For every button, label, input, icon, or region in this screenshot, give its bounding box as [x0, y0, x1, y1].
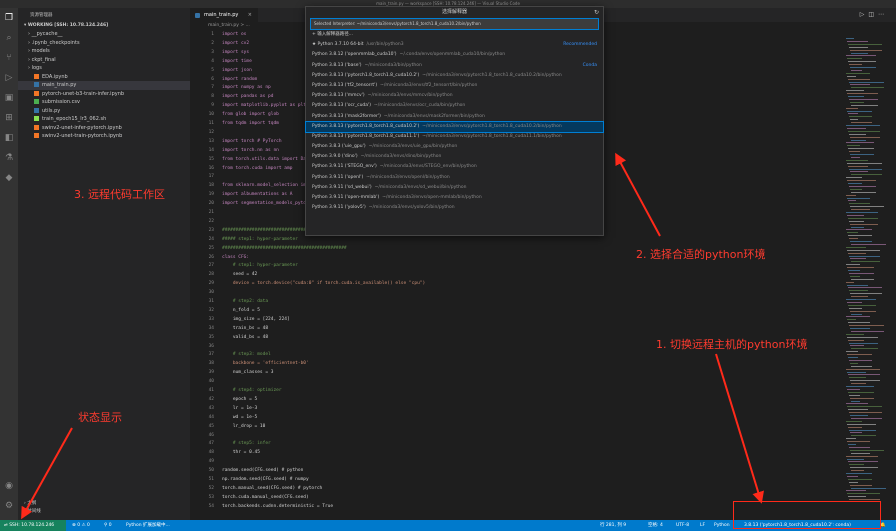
arrow-to-status: [21, 427, 73, 520]
annotation-arrows: [21, 152, 764, 520]
arrow-to-interpreter: [715, 353, 764, 504]
arrow-to-picker: [615, 152, 661, 237]
